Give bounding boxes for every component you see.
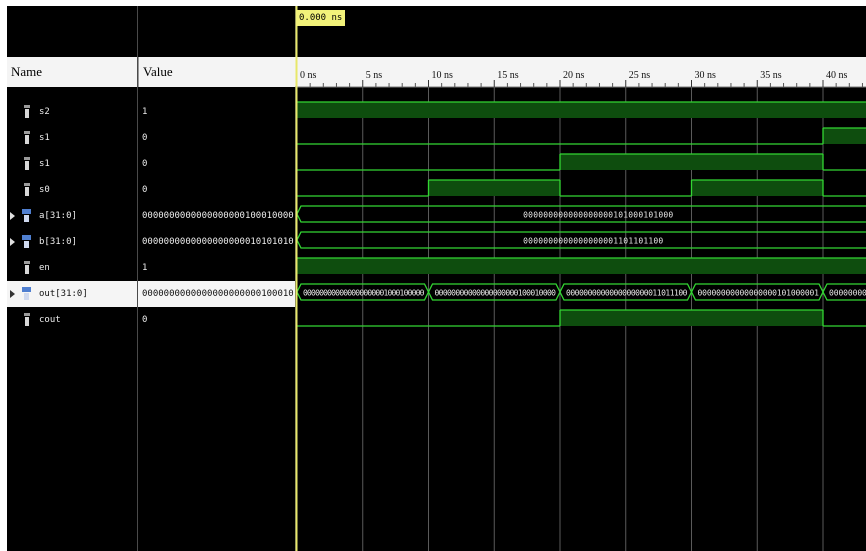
expand-arrow-icon[interactable]	[10, 212, 15, 220]
signal-name: b[31:0]	[39, 237, 77, 247]
bus-value-label: 000000000	[829, 289, 866, 298]
name-column-header[interactable]: Name	[7, 57, 137, 87]
signal-value-row-6[interactable]: 1	[138, 255, 295, 281]
wave-4: 000000000000000000101000101000	[296, 205, 866, 223]
bus-value-label: 000000000000000000101000101000	[523, 211, 673, 220]
bus-value-label: 00000000000000000000100010000	[435, 289, 557, 298]
signal-value-row-0[interactable]: 1	[138, 99, 295, 125]
wave-1	[297, 127, 866, 145]
bus-value-label: 0000000000000000000011011100	[566, 289, 688, 298]
waveform-viewer: Name Value s2 1 s1 0 s1 0 s0 0 a[31:0] 0000000000…	[0, 0, 866, 551]
signal-name: en	[39, 263, 50, 273]
wave-7: 000000000000000000001000100000 0000000000…	[296, 283, 866, 301]
wave-high-fill	[691, 180, 823, 196]
signal-value: 00000000000000000001000100000111000	[142, 211, 294, 221]
signal-value-row-4[interactable]: 00000000000000000001000100000111000	[138, 203, 295, 229]
signal-icon	[24, 157, 30, 170]
wave-5: 0000000000000000001101101100	[296, 231, 866, 249]
signal-icon	[24, 261, 30, 274]
signal-name: s0	[39, 185, 50, 195]
waveform-canvas[interactable]: 0000000000000000001010001010000000000000…	[295, 6, 866, 551]
wave-6	[297, 257, 866, 274]
signal-value-row-7[interactable]: 0000000000000000000000100010111000	[138, 281, 295, 307]
signal-value: 0	[142, 159, 148, 169]
bus-value-label: 00000000000000000101000001	[698, 289, 820, 298]
signal-value-row-8[interactable]: 0	[138, 307, 295, 333]
expand-arrow-icon[interactable]	[10, 290, 15, 298]
signal-value-row-1[interactable]: 0	[138, 125, 295, 151]
signal-name: out[31:0]	[39, 289, 88, 299]
wave-high-fill	[297, 258, 866, 274]
signal-icon	[24, 131, 30, 144]
expand-arrow-icon[interactable]	[10, 238, 15, 246]
signal-name: cout	[39, 315, 61, 325]
signal-value: 0	[142, 185, 148, 195]
signal-row-5[interactable]: b[31:0]	[7, 229, 137, 255]
signal-row-0[interactable]: s2	[7, 99, 137, 125]
signal-value: 00000000000000000000101010101101010	[142, 237, 294, 247]
wave-high-fill	[297, 102, 866, 118]
signal-value-row-5[interactable]: 00000000000000000000101010101101010	[138, 229, 295, 255]
wave-high-fill	[428, 180, 560, 196]
signal-name: a[31:0]	[39, 211, 77, 221]
signal-row-3[interactable]: s0	[7, 177, 137, 203]
wave-0	[297, 101, 866, 118]
signal-value: 0000000000000000000000100010111000	[142, 289, 294, 299]
wave-high-fill	[560, 310, 823, 326]
signal-value: 0	[142, 133, 148, 143]
bus-signal-icon	[22, 209, 31, 222]
signal-value: 1	[142, 263, 148, 273]
signal-row-1[interactable]: s1	[7, 125, 137, 151]
bus-signal-icon	[22, 235, 31, 248]
bus-value-label: 000000000000000000001000100000	[303, 289, 425, 298]
wave-3	[297, 179, 866, 197]
signal-row-2[interactable]: s1	[7, 151, 137, 177]
wave-2	[297, 153, 866, 171]
signal-value-row-2[interactable]: 0	[138, 151, 295, 177]
waveform-panel: Name Value s2 1 s1 0 s1 0 s0 0 a[31:0] 0000000000…	[7, 6, 866, 551]
signal-row-6[interactable]: en	[7, 255, 137, 281]
signal-row-4[interactable]: a[31:0]	[7, 203, 137, 229]
bus-signal-icon	[22, 287, 31, 300]
signal-value: 1	[142, 107, 148, 117]
signal-name: s2	[39, 107, 50, 117]
signal-icon	[24, 313, 30, 326]
signal-row-8[interactable]: cout	[7, 307, 137, 333]
bus-value-label: 0000000000000000001101101100	[523, 237, 663, 246]
signal-name: s1	[39, 133, 50, 143]
wave-high-fill	[560, 154, 823, 170]
wave-8	[297, 309, 866, 327]
wave-high-fill	[823, 128, 866, 144]
signal-value-row-3[interactable]: 0	[138, 177, 295, 203]
cursor-time-label: 0.000 ns	[296, 10, 346, 26]
signal-name: s1	[39, 159, 50, 169]
value-column-header[interactable]: Value	[138, 57, 295, 87]
signal-value: 0	[142, 315, 148, 325]
signal-icon	[24, 183, 30, 196]
signal-row-7[interactable]: out[31:0]	[7, 281, 137, 307]
signal-icon	[24, 105, 30, 118]
